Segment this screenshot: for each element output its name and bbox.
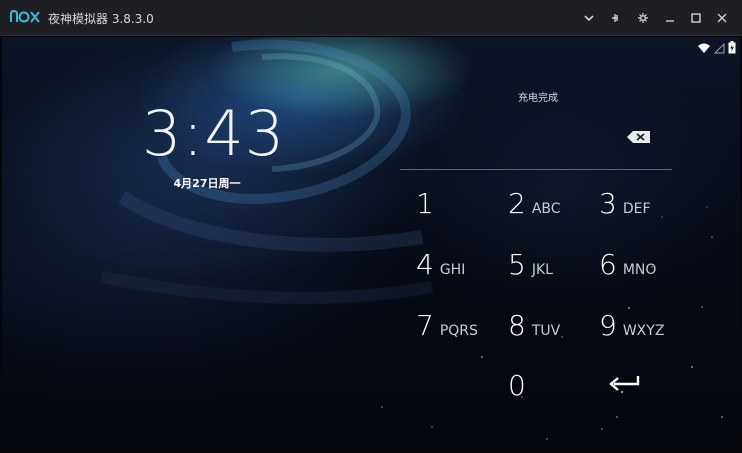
key-digit: 6 xyxy=(599,248,617,281)
key-digit: 9 xyxy=(599,309,617,342)
pin-icon[interactable] xyxy=(606,9,624,27)
title-bar: 夜神模拟器 3.8.3.0 xyxy=(0,0,742,36)
wifi-icon xyxy=(698,43,710,53)
keypad-key-3[interactable]: 3 DEF xyxy=(599,184,651,224)
close-icon[interactable] xyxy=(713,9,731,27)
key-digit: 5 xyxy=(508,248,526,281)
key-letters: MNO xyxy=(622,262,657,278)
emulator-window: 夜神模拟器 3.8.3.0 3:43 4月27日周一 充电完成 1 2 ABC … xyxy=(0,0,742,453)
keypad-key-4[interactable]: 4 GHI xyxy=(416,245,465,285)
keypad-key-6[interactable]: 6 MNO xyxy=(599,245,656,285)
signal-icon xyxy=(714,42,725,53)
key-digit: 8 xyxy=(508,309,526,342)
key-letters: PQRS xyxy=(439,323,478,339)
lock-screen: 3:43 4月27日周一 充电完成 1 2 ABC 3 DEF 4 GHI 5 … xyxy=(2,37,740,451)
key-digit: 4 xyxy=(416,248,434,281)
keypad-key-9[interactable]: 9 WXYZ xyxy=(599,306,664,346)
keypad-key-0[interactable]: 0 xyxy=(508,366,532,406)
backspace-icon[interactable] xyxy=(626,129,652,145)
chevron-down-icon[interactable] xyxy=(580,9,598,27)
keypad-key-2[interactable]: 2 ABC xyxy=(508,184,561,224)
key-letters: DEF xyxy=(622,201,651,217)
enter-arrow-icon[interactable] xyxy=(606,370,642,396)
clock-time: 3:43 xyxy=(142,97,286,170)
battery-charging-icon xyxy=(728,41,736,54)
maximize-icon[interactable] xyxy=(687,9,705,27)
keypad-key-7[interactable]: 7 PQRS xyxy=(416,306,478,346)
key-digit: 7 xyxy=(416,309,434,342)
clock-date: 4月27日周一 xyxy=(173,177,241,190)
charging-status: 充电完成 xyxy=(518,93,558,104)
key-digit: 1 xyxy=(416,187,434,220)
key-letters: JKL xyxy=(531,262,553,278)
key-letters: TUV xyxy=(531,323,561,339)
key-digit: 0 xyxy=(508,369,526,402)
key-letters: GHI xyxy=(439,262,466,278)
gear-icon[interactable] xyxy=(634,9,652,27)
keypad-key-8[interactable]: 8 TUV xyxy=(508,306,560,346)
key-digit: 2 xyxy=(508,187,526,220)
key-letters: ABC xyxy=(531,201,561,217)
keypad-key-1[interactable]: 1 xyxy=(416,184,440,224)
keypad-key-5[interactable]: 5 JKL xyxy=(508,245,553,285)
key-letters: WXYZ xyxy=(622,323,665,339)
app-title: 夜神模拟器 3.8.3.0 xyxy=(48,12,154,26)
key-digit: 3 xyxy=(599,187,617,220)
nox-logo xyxy=(10,9,40,23)
minimize-icon[interactable] xyxy=(661,9,679,27)
status-bar xyxy=(697,41,736,54)
